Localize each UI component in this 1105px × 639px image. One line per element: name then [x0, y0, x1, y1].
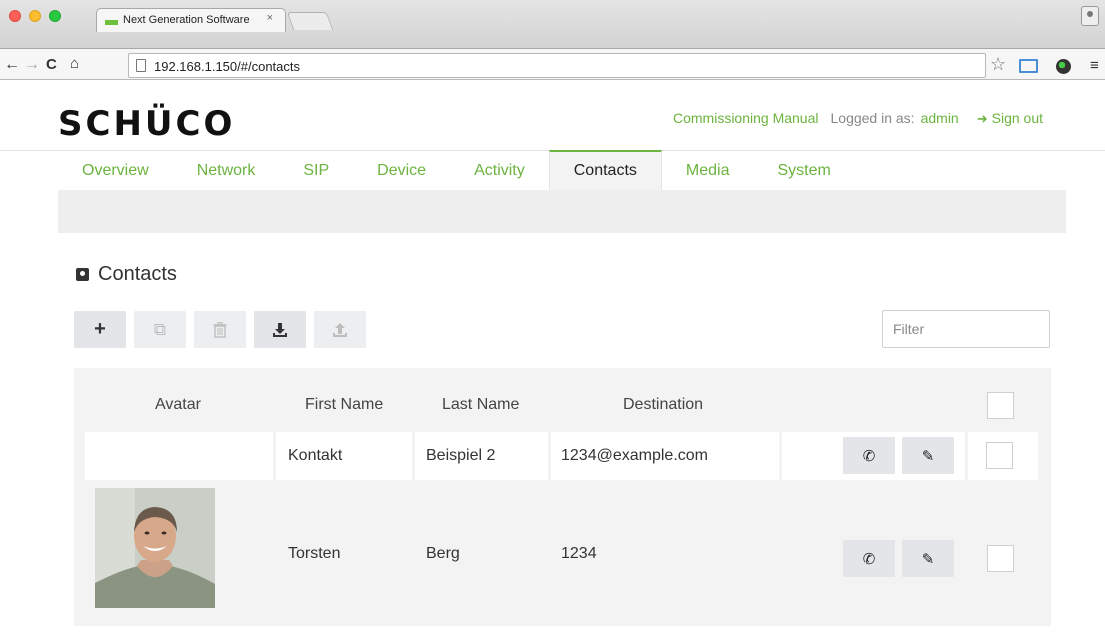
import-contacts-button[interactable] [254, 311, 306, 348]
page-title: Contacts [98, 263, 177, 285]
select-all-checkbox[interactable] [987, 392, 1014, 419]
forward-arrow-icon[interactable]: → [24, 57, 40, 73]
destination: 1234 [561, 545, 597, 562]
phone-icon: ✆ [862, 550, 876, 568]
first-name: Torsten [288, 545, 341, 562]
action-toolbar: + ⧉ [74, 311, 366, 348]
destination: 1234@example.com [561, 447, 708, 464]
main-nav: Overview Network SIP Device Activity Con… [58, 150, 855, 190]
column-header-first-name[interactable]: First Name [305, 396, 383, 414]
tab-system[interactable]: System [753, 150, 854, 190]
bookmark-star-icon[interactable]: ☆ [990, 54, 1006, 75]
extension-icon[interactable] [1056, 59, 1071, 74]
plus-icon: + [94, 318, 106, 340]
url-text: 192.168.1.150/#/contacts [154, 59, 301, 74]
upload-icon [333, 322, 347, 337]
sign-out-label: Sign out [991, 110, 1043, 126]
favicon-icon [105, 20, 118, 25]
destination-cell: 1234@example.com [551, 432, 779, 480]
pencil-icon: ✎ [921, 550, 935, 568]
header-links: Commissioning Manual Logged in as: admin… [673, 110, 1043, 127]
trash-icon [213, 321, 227, 338]
tab-device[interactable]: Device [353, 150, 450, 190]
download-icon [273, 322, 287, 337]
browser-tab-title: Next Generation Software [123, 14, 250, 26]
row-checkbox[interactable] [986, 442, 1013, 469]
pencil-icon: ✎ [921, 447, 935, 465]
browser-tab[interactable]: Next Generation Software × [96, 8, 286, 32]
copy-contact-button[interactable]: ⧉ [134, 311, 186, 348]
column-header-destination[interactable]: Destination [623, 396, 703, 414]
username-link[interactable]: admin [921, 110, 959, 127]
subnav-strip [58, 190, 1066, 233]
new-tab-button[interactable] [286, 12, 334, 30]
profile-icon[interactable] [1081, 6, 1099, 26]
home-icon[interactable]: ⌂ [70, 56, 79, 71]
tab-network[interactable]: Network [173, 150, 280, 190]
menu-icon[interactable]: ≡ [1090, 57, 1099, 74]
actions-cell: ✆ ✎ [782, 432, 965, 480]
tab-overview[interactable]: Overview [58, 150, 173, 190]
zoom-window-button[interactable] [49, 10, 61, 22]
contacts-table: Avatar First Name Last Name Destination … [74, 368, 1051, 626]
first-name: Kontakt [288, 447, 343, 464]
edit-button[interactable]: ✎ [902, 540, 954, 577]
last-name: Beispiel 2 [426, 447, 496, 464]
schueco-logo: SCHÜCO [58, 104, 236, 144]
column-header-last-name[interactable]: Last Name [442, 396, 519, 414]
page: SCHÜCO Commissioning Manual Logged in as… [0, 80, 1105, 639]
first-name-cell: Kontakt [276, 432, 412, 480]
back-arrow-icon[interactable]: ← [4, 57, 20, 73]
avatar-portrait [95, 488, 215, 608]
last-name-cell: Beispiel 2 [415, 432, 548, 480]
phone-icon: ✆ [862, 447, 876, 465]
last-name: Berg [426, 545, 460, 562]
sign-out-link[interactable]: ➜ Sign out [977, 110, 1043, 127]
commissioning-manual-link[interactable]: Commissioning Manual [673, 110, 819, 127]
tab-activity[interactable]: Activity [450, 150, 549, 190]
contacts-icon [76, 268, 89, 281]
avatar-cell [85, 432, 273, 480]
call-button[interactable]: ✆ [843, 437, 895, 474]
edit-button[interactable]: ✎ [902, 437, 954, 474]
avatar [95, 488, 215, 608]
tab-close-icon[interactable]: × [267, 12, 273, 24]
close-window-button[interactable] [9, 10, 21, 22]
call-button[interactable]: ✆ [843, 540, 895, 577]
tab-sip[interactable]: SIP [279, 150, 353, 190]
table-row: Kontakt Beispiel 2 1234@example.com ✆ ✎ [85, 432, 1038, 480]
section-header: Contacts [76, 263, 177, 286]
page-icon [136, 59, 146, 72]
column-header-avatar: Avatar [155, 396, 201, 413]
tab-media[interactable]: Media [662, 150, 754, 190]
select-cell [968, 432, 1038, 480]
row-checkbox[interactable] [987, 545, 1014, 572]
add-contact-button[interactable]: + [74, 311, 126, 348]
sign-out-icon: ➜ [976, 111, 988, 126]
tab-contacts[interactable]: Contacts [548, 150, 662, 190]
browser-titlebar: Next Generation Software × [0, 0, 1105, 48]
reload-icon[interactable]: C [46, 57, 57, 72]
logged-in-label: Logged in as: [830, 110, 915, 126]
cast-icon[interactable] [1019, 59, 1038, 73]
minimize-window-button[interactable] [29, 10, 41, 22]
copy-icon: ⧉ [153, 319, 167, 339]
delete-contact-button[interactable] [194, 311, 246, 348]
export-contacts-button[interactable] [314, 311, 366, 348]
filter-input[interactable] [882, 310, 1050, 348]
